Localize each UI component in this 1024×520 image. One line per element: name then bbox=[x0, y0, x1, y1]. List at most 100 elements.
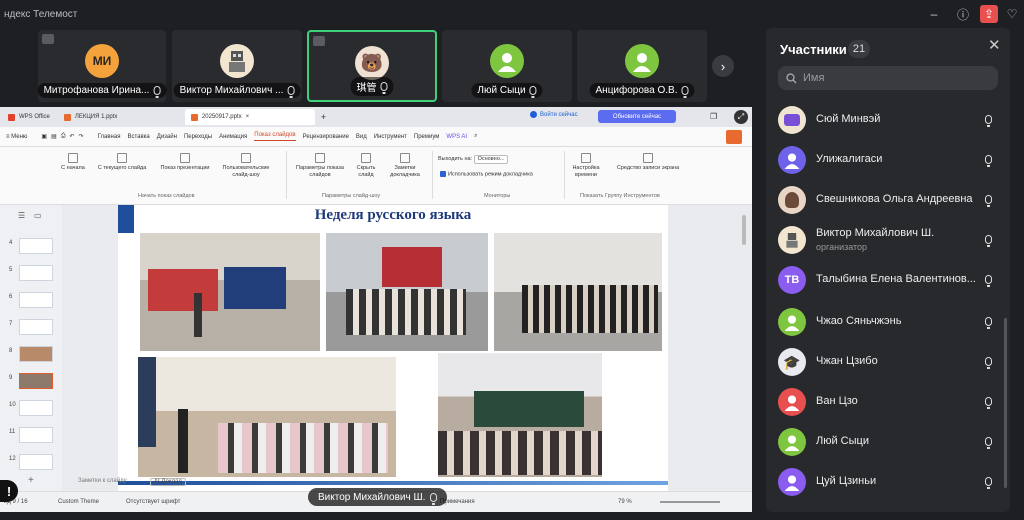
menu-design[interactable]: Дизайн bbox=[157, 134, 177, 140]
slideshow-ribbon: С начала С текущего слайда Показ презент… bbox=[0, 147, 752, 205]
slide-title: Неделя русского языка bbox=[314, 207, 472, 223]
speaker-notes-button[interactable]: Заметки докладчика bbox=[384, 153, 426, 179]
new-tab-icon[interactable]: + bbox=[321, 112, 326, 122]
video-tile[interactable]: Анцифорова О.В. bbox=[577, 30, 707, 102]
presenter-mode-checkbox[interactable]: Использовать режим докладчика bbox=[440, 171, 533, 178]
video-tile-active-speaker[interactable]: 🐻 琪管 bbox=[307, 30, 437, 102]
menu-button[interactable]: ≡ Меню bbox=[6, 134, 34, 140]
slide-thumbnail[interactable] bbox=[19, 238, 53, 254]
menu-premium[interactable]: Премиум bbox=[414, 134, 440, 140]
tile-name-label: Виктор Михайлович ... bbox=[173, 83, 301, 98]
undo-icon[interactable]: ↶ bbox=[70, 133, 75, 140]
timing-button[interactable]: Настройка времени bbox=[568, 153, 604, 179]
participant-item[interactable]: Ван Цзо bbox=[778, 386, 1000, 418]
participant-search-input[interactable]: Имя bbox=[778, 66, 998, 90]
notes-hint[interactable]: Заметки к слайду bbox=[78, 478, 127, 484]
menu-tools[interactable]: Инструмент bbox=[374, 134, 407, 140]
menu-transitions[interactable]: Переходы bbox=[184, 134, 212, 140]
participant-item[interactable]: Свешникова Ольга Андреевна bbox=[778, 184, 1000, 216]
share-screen-icon[interactable]: ⇪ bbox=[980, 5, 998, 23]
avatar bbox=[778, 308, 806, 336]
hide-slide-button[interactable]: Скрыть слайд bbox=[350, 153, 382, 179]
params-button[interactable]: Параметры показа слайдов bbox=[290, 153, 350, 179]
participant-item[interactable]: Виктор Михайлович Ш. организатор bbox=[778, 224, 1000, 256]
avatar bbox=[778, 146, 806, 174]
zoom-level[interactable]: 79 % bbox=[618, 499, 632, 505]
save-icon[interactable]: ▣ bbox=[41, 133, 47, 140]
slide-view-icon[interactable]: ▭ bbox=[34, 211, 42, 220]
theme-label[interactable]: Custom Theme bbox=[58, 499, 99, 505]
update-button[interactable]: Обновите сейчас bbox=[598, 110, 676, 123]
avatar bbox=[778, 226, 806, 254]
mic-off-icon bbox=[380, 82, 388, 94]
video-tile[interactable]: Виктор Михайлович ... bbox=[172, 30, 302, 102]
menu-review[interactable]: Рецензирование bbox=[303, 134, 349, 140]
wps-menu-bar: ≡ Меню ▣ ▤ ⎙ ↶ ↷ Главная Вставка Дизайн … bbox=[0, 127, 752, 147]
redo-icon[interactable]: ↷ bbox=[79, 133, 84, 140]
slide-photo bbox=[494, 233, 662, 351]
menu-slideshow[interactable]: Показ слайдов bbox=[254, 132, 296, 141]
minimize-icon[interactable]: – bbox=[925, 5, 943, 23]
add-slide-icon[interactable]: + bbox=[28, 475, 34, 486]
scrollbar[interactable] bbox=[742, 215, 746, 245]
tab-lecture[interactable]: ЛЕКЦИЯ 1.pptx bbox=[58, 109, 183, 125]
from-start-button[interactable]: С начала bbox=[56, 153, 90, 172]
participant-item[interactable]: Цуй Цзиньи bbox=[778, 466, 1000, 498]
participant-item[interactable]: 🎓 Чжан Цзибо bbox=[778, 346, 1000, 378]
group-label: Показать Группу Инструментов bbox=[580, 193, 660, 199]
slide-thumbnail[interactable] bbox=[19, 319, 53, 335]
list-view-icon[interactable]: ☰ bbox=[18, 211, 25, 220]
participant-item[interactable]: Сюй Минвэй bbox=[778, 104, 1000, 136]
ai-report-button[interactable]: AI Доклад bbox=[150, 478, 186, 486]
app-title: ндекс Телемост bbox=[4, 8, 78, 20]
from-current-button[interactable]: С текущего слайда bbox=[92, 153, 152, 172]
telemost-window: ндекс Телемост – ⓘ ⇪ ♡ МИ Митрофанова Ир… bbox=[0, 0, 1024, 520]
folder-icon[interactable]: ▤ bbox=[51, 133, 57, 140]
slide-thumbnail[interactable] bbox=[19, 292, 53, 308]
close-icon[interactable]: ✕ bbox=[988, 36, 1001, 54]
current-slide: Неделя русского языка bbox=[118, 205, 668, 491]
slide-thumbnail[interactable] bbox=[19, 427, 53, 443]
window-restore-icon[interactable]: ❐ bbox=[710, 112, 717, 121]
tab-current-pptx[interactable]: 20250917.pptx × bbox=[184, 109, 315, 125]
custom-show-button[interactable]: Пользовательские слайд-шоу bbox=[218, 153, 274, 179]
menu-insert[interactable]: Вставка bbox=[127, 134, 149, 140]
show-presentation-button[interactable]: Показ презентации bbox=[154, 153, 216, 172]
video-tile[interactable]: Люй Сыци bbox=[442, 30, 572, 102]
missing-font-label[interactable]: Отсутствует шрифт bbox=[126, 499, 180, 505]
print-icon[interactable]: ⎙ bbox=[61, 133, 66, 140]
share-icon[interactable] bbox=[726, 130, 742, 144]
next-tiles-button[interactable]: › bbox=[712, 55, 734, 77]
heart-icon[interactable]: ♡ bbox=[1003, 5, 1021, 23]
menu-wps-ai[interactable]: WPS AI bbox=[446, 134, 467, 140]
tab-wps-office[interactable]: WPS Office bbox=[2, 109, 56, 125]
menu-home[interactable]: Главная bbox=[98, 134, 121, 140]
search-icon[interactable]: ⌕ bbox=[474, 133, 477, 140]
slide-thumbnail-selected[interactable] bbox=[19, 373, 53, 389]
participant-item[interactable]: Чжао Сяньчжэнь bbox=[778, 306, 1000, 338]
slide-thumbnail[interactable] bbox=[19, 346, 53, 362]
menu-animation[interactable]: Анимация bbox=[219, 134, 247, 140]
zoom-slider[interactable] bbox=[660, 501, 720, 503]
avatar bbox=[778, 428, 806, 456]
slide-thumbnail[interactable] bbox=[19, 400, 53, 416]
timer-icon bbox=[581, 153, 591, 163]
avatar bbox=[778, 106, 806, 134]
mic-off-icon bbox=[985, 275, 992, 287]
graduation-cap-icon: 🎓 bbox=[783, 353, 801, 370]
mic-off-icon bbox=[153, 86, 161, 98]
slide-thumbnail[interactable] bbox=[19, 265, 53, 281]
video-tile[interactable]: МИ Митрофанова Ирина... bbox=[37, 30, 167, 102]
screen-record-button[interactable]: Средство записи экрана bbox=[606, 153, 690, 172]
expand-icon[interactable]: ⤢ bbox=[734, 110, 748, 124]
info-icon[interactable]: ⓘ bbox=[954, 5, 972, 23]
output-select[interactable]: Выходить на: Основно... bbox=[438, 155, 509, 164]
login-button[interactable]: Войти сейчас bbox=[530, 111, 578, 118]
participant-item[interactable]: Улижалигаси bbox=[778, 144, 1000, 176]
menu-view[interactable]: Вид bbox=[356, 134, 367, 140]
slide-thumbnail[interactable] bbox=[19, 454, 53, 470]
avatar: 🎓 bbox=[778, 348, 806, 376]
scrollbar[interactable] bbox=[1004, 318, 1007, 488]
participant-item[interactable]: Люй Сыци bbox=[778, 426, 1000, 458]
participant-item[interactable]: ТВ Талыбина Елена Валентинов... bbox=[778, 264, 1000, 296]
